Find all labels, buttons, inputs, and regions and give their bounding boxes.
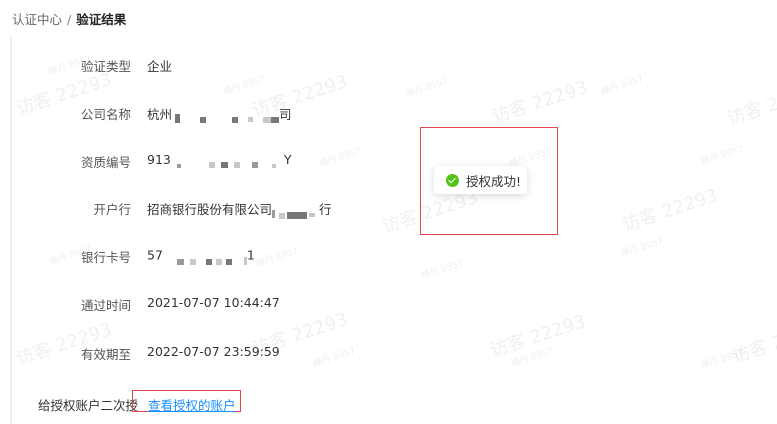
redaction-mask	[232, 116, 239, 123]
valid-until-value: 2022-07-07 23:59:59	[147, 344, 280, 359]
redaction-mask	[309, 212, 316, 217]
card-no-suffix: 1	[246, 247, 255, 263]
breadcrumb-current: 验证结果	[76, 12, 127, 27]
company-name-prefix: 杭州	[147, 107, 173, 122]
watermark: 访客 22293	[619, 185, 721, 236]
redaction-mask	[251, 161, 258, 168]
qualification-no-value: 913 Y	[147, 152, 292, 168]
watermark: 访客 22293	[729, 317, 777, 368]
redaction-mask	[287, 212, 308, 219]
redaction-mask	[200, 116, 207, 123]
redaction-mask	[248, 117, 254, 122]
company-name-suffix: 司	[279, 107, 292, 122]
verify-type-value: 企业	[147, 59, 173, 74]
company-name-value: 杭州 司	[147, 104, 292, 123]
redaction-mask	[176, 259, 184, 265]
watermark: 臻丹 8957	[221, 74, 267, 98]
redaction-mask	[215, 259, 222, 265]
view-authorized-accounts-link[interactable]: 查看授权的账户	[148, 395, 236, 414]
watermark: 臻丹 8957	[254, 246, 300, 270]
bank-label: 开户行	[93, 202, 131, 217]
panel-left-border	[10, 36, 12, 424]
success-toast: 授权成功!	[434, 166, 527, 194]
watermark: 臻丹 8957	[419, 258, 465, 282]
bank-prefix: 招商银行股份有限公司	[147, 202, 273, 217]
watermark: 臻丹 8957	[699, 348, 745, 372]
redaction-mask	[271, 116, 280, 123]
breadcrumb: 认证中心 / 验证结果	[12, 9, 126, 28]
redaction-mask	[175, 114, 181, 123]
qualification-no-prefix: 913	[147, 152, 171, 167]
redaction-mask	[176, 163, 181, 168]
company-name-label: 公司名称	[80, 107, 131, 122]
redaction-mask	[263, 116, 272, 123]
reauthorize-prompt: 给授权账户二次授	[38, 398, 139, 413]
card-no-value: 57 1	[147, 247, 255, 265]
redaction-mask	[233, 161, 240, 168]
redaction-mask	[220, 161, 228, 168]
redaction-mask	[271, 163, 276, 168]
toast-message: 授权成功!	[466, 173, 522, 189]
qualification-no-label: 资质编号	[80, 155, 131, 170]
check-circle-icon	[446, 173, 459, 187]
breadcrumb-separator: /	[67, 12, 72, 27]
redaction-mask	[189, 259, 196, 265]
card-no-label: 银行卡号	[80, 250, 131, 265]
verification-result-page: 认证中心 / 验证结果 访客 22293 臻丹 8957 臻丹 8957 访客 22…	[0, 0, 777, 424]
watermark: 访客 22293	[487, 311, 589, 362]
watermark: 臻丹 8957	[311, 346, 357, 370]
pass-time-value: 2021-07-07 10:44:47	[147, 295, 280, 310]
watermark: 臻丹 8957	[404, 76, 450, 100]
redaction-mask	[279, 212, 286, 219]
qualification-no-suffix: Y	[283, 152, 292, 167]
watermark: 臻丹 8957	[317, 146, 363, 170]
watermark: 访客 22293	[489, 77, 591, 128]
pass-time-label: 通过时间	[80, 298, 131, 313]
redaction-mask	[225, 259, 232, 265]
breadcrumb-parent[interactable]: 认证中心	[12, 12, 62, 27]
valid-until-label: 有效期至	[80, 347, 131, 362]
redaction-mask	[208, 161, 215, 168]
redaction-mask	[205, 259, 212, 265]
redaction-mask	[272, 209, 276, 218]
watermark: 臻丹 8957	[509, 346, 555, 370]
card-no-prefix: 57	[147, 247, 163, 263]
bank-suffix: 行	[319, 202, 332, 217]
watermark: 臻丹 8957	[619, 236, 665, 260]
watermark: 访客 22293	[724, 79, 777, 130]
watermark: 臻丹 8957	[699, 144, 745, 168]
watermark: 臻丹 8957	[599, 74, 645, 98]
bank-value: 招商银行股份有限公司 行	[147, 199, 332, 219]
verify-type-label: 验证类型	[80, 59, 131, 74]
